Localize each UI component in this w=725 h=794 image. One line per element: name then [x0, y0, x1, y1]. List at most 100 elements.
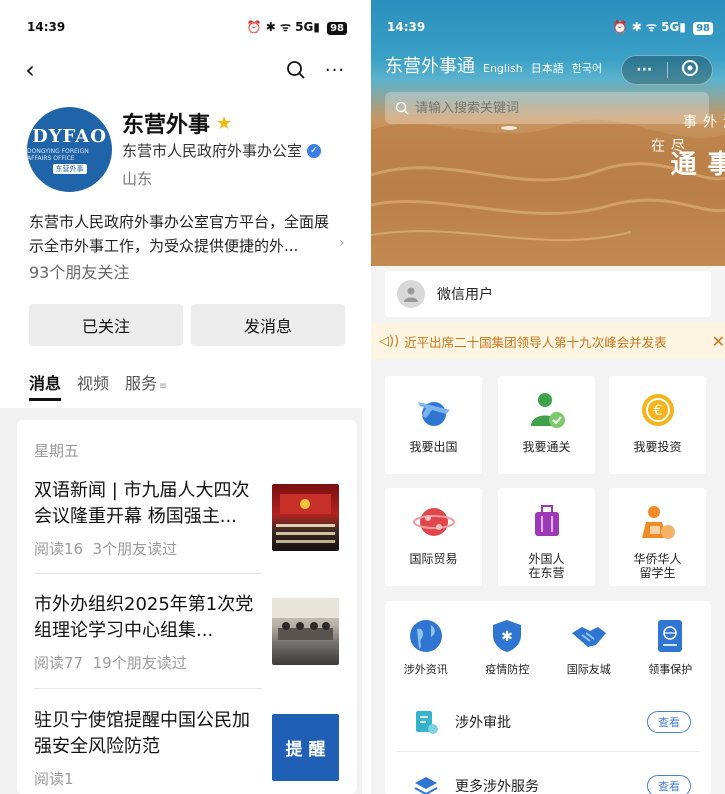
notice-bar[interactable]: ◁)) 近平出席二十国集团领导人第十九次峰会并发表 ✕ — [371, 323, 725, 359]
lang-japanese[interactable]: 日本語 — [531, 60, 564, 76]
article-read: 阅读16 — [34, 540, 84, 558]
student-icon — [641, 506, 675, 539]
close-icon[interactable]: ✕ — [712, 332, 725, 351]
customs-officer-icon — [530, 393, 565, 428]
grid-item-foreigners[interactable]: 外国人 在东营 — [498, 488, 595, 586]
back-icon[interactable]: ‹ — [18, 56, 42, 84]
article-item[interactable]: 双语新闻 | 市九届人大四次会议隆重开幕 杨国强主... 阅读16 3个朋友读过 — [34, 478, 339, 559]
globe-icon — [409, 620, 442, 652]
article-read: 阅读77 — [34, 654, 84, 672]
service-icons-row: 涉外资讯 ✱ 疫情防控 国际友城 领事保护 — [385, 617, 711, 677]
status-time: 14:39 — [27, 19, 66, 34]
battery-icon: 98 — [327, 22, 347, 35]
user-name: 微信用户 — [437, 287, 493, 303]
list-item-approval[interactable]: 涉外审批 查看 — [385, 697, 711, 747]
grid-item-investment[interactable]: € 我要投资 — [609, 376, 706, 474]
profile-tabs: 消息 视频 服务 ≡ — [29, 370, 167, 401]
more-icon[interactable]: ··· — [622, 62, 667, 78]
lang-korean[interactable]: 한국어 — [572, 60, 602, 76]
avatar — [397, 280, 425, 308]
layers-icon — [414, 777, 438, 794]
speaker-icon: ◁)) — [379, 333, 400, 349]
luggage-icon — [534, 505, 559, 536]
passport-icon — [658, 620, 683, 652]
search-bar[interactable] — [385, 92, 709, 124]
menu-icon: ≡ — [159, 381, 168, 392]
handshake-icon — [571, 627, 606, 647]
grid-item-overseas-chinese[interactable]: 华侨华人 留学生 — [609, 488, 706, 586]
globe-trade-icon — [412, 508, 455, 536]
followed-button[interactable]: 已关注 — [29, 304, 183, 346]
article-friends: 3个朋友读过 — [92, 540, 178, 558]
service-label: 领事保护 — [648, 663, 693, 676]
calligraphy-line-1: 点滴涉外事 — [681, 114, 725, 128]
grid-item-go-abroad[interactable]: 我要出国 — [385, 376, 482, 474]
capsule-menu: ··· — [621, 55, 713, 85]
list-item-label: 涉外审批 — [455, 715, 511, 731]
document-approval-icon — [416, 711, 438, 734]
tab-videos[interactable]: 视频 — [77, 370, 109, 401]
more-icon[interactable]: ··· — [322, 58, 348, 82]
article-read: 阅读1 — [34, 770, 74, 788]
lang-english[interactable]: English — [483, 62, 523, 75]
search-icon — [395, 101, 409, 115]
view-button[interactable]: 查看 — [647, 711, 691, 733]
status-icons: ⏰ ✱ ᯤ 5G▮ 98 — [613, 18, 713, 35]
service-label: 涉外资讯 — [403, 663, 448, 676]
grid-item-customs[interactable]: 我要通关 — [498, 376, 595, 474]
calligraphy-big: 外事通 — [666, 150, 725, 176]
logo-tag: 东营外事 — [52, 163, 87, 174]
close-mini-program-icon[interactable] — [668, 59, 713, 81]
account-org-row: 东营市人民政府外事办公室 ✓ — [122, 140, 322, 161]
search-icon[interactable] — [284, 58, 308, 82]
service-foreign-news[interactable]: 涉外资讯 — [391, 617, 461, 677]
grid-item-label: 我要出国 — [409, 440, 458, 454]
article-item[interactable]: 市外办组织2025年第1次党组理论学习中心组集... 阅读77 19个朋友读过 — [34, 592, 339, 673]
status-time: 14:39 — [387, 19, 426, 34]
account-name-row: 东营外事 ★ — [122, 107, 232, 139]
send-message-button[interactable]: 发消息 — [191, 304, 345, 346]
svg-text:€: € — [653, 403, 662, 419]
search-input[interactable] — [415, 100, 695, 116]
view-button[interactable]: 查看 — [647, 775, 691, 794]
article-thumbnail: 提 醒 — [272, 714, 339, 781]
verified-icon: ✓ — [307, 143, 322, 158]
divider — [34, 573, 262, 574]
user-card[interactable]: 微信用户 — [385, 271, 711, 317]
account-description[interactable]: 东营市人民政府外事办公室官方平台，全面展示全市外事工作，为受众提供便捷的外... — [29, 210, 341, 258]
chevron-right-icon[interactable]: › — [339, 235, 345, 251]
wechat-official-account-profile: 14:39 ⏰ ✱ ᯤ 5G▮ 98 ‹ ··· DYFAO DONGYING … — [0, 0, 362, 794]
article-title: 驻贝宁使馆提醒中国公民加强安全风险防范 — [34, 710, 250, 757]
article-item[interactable]: 驻贝宁使馆提醒中国公民加强安全风险防范 阅读1 提 醒 — [34, 708, 339, 789]
notice-text: 近平出席二十国集团领导人第十九次峰会并发表 — [404, 334, 667, 350]
status-bar: 14:39 ⏰ ✱ ᯤ 5G▮ 98 — [27, 18, 347, 35]
grid-item-label: 国际贸易 — [409, 552, 458, 566]
signal-text: 5G — [661, 20, 680, 34]
tab-services[interactable]: 服务 ≡ — [125, 370, 167, 401]
tab-messages[interactable]: 消息 — [29, 370, 62, 401]
signal-text: 5G — [295, 20, 314, 34]
article-thumbnail — [272, 598, 339, 665]
account-avatar[interactable]: DYFAO DONGYING FOREIGN AFFAIRS OFFICE 东营… — [27, 107, 112, 192]
service-sister-cities[interactable]: 国际友城 — [554, 617, 624, 677]
logo-text: DYFAO — [32, 125, 107, 147]
service-epidemic[interactable]: ✱ 疫情防控 — [472, 617, 542, 677]
article-friends: 19个朋友读过 — [92, 654, 187, 672]
list-item-label: 更多涉外服务 — [455, 779, 539, 794]
star-icon[interactable]: ★ — [216, 113, 232, 134]
feed-day: 星期五 — [34, 442, 80, 460]
service-consular[interactable]: 领事保护 — [635, 617, 705, 677]
list-item-more-services[interactable]: 更多涉外服务 查看 — [385, 761, 711, 794]
grid-item-label: 我要投资 — [633, 440, 682, 454]
grid-item-label: 外国人 在东营 — [528, 552, 565, 580]
coin-icon: € — [641, 394, 674, 426]
account-name: 东营外事 — [122, 113, 211, 138]
friends-follow-count[interactable]: 93个朋友关注 — [29, 259, 129, 283]
article-thumbnail — [272, 484, 339, 551]
grid-item-trade[interactable]: 国际贸易 — [385, 488, 482, 586]
divider — [397, 751, 699, 752]
svg-text:✱: ✱ — [501, 629, 513, 645]
divider — [34, 688, 262, 689]
article-title: 市外办组织2025年第1次党组理论学习中心组集... — [34, 594, 254, 641]
airplane-globe-icon — [417, 402, 450, 426]
